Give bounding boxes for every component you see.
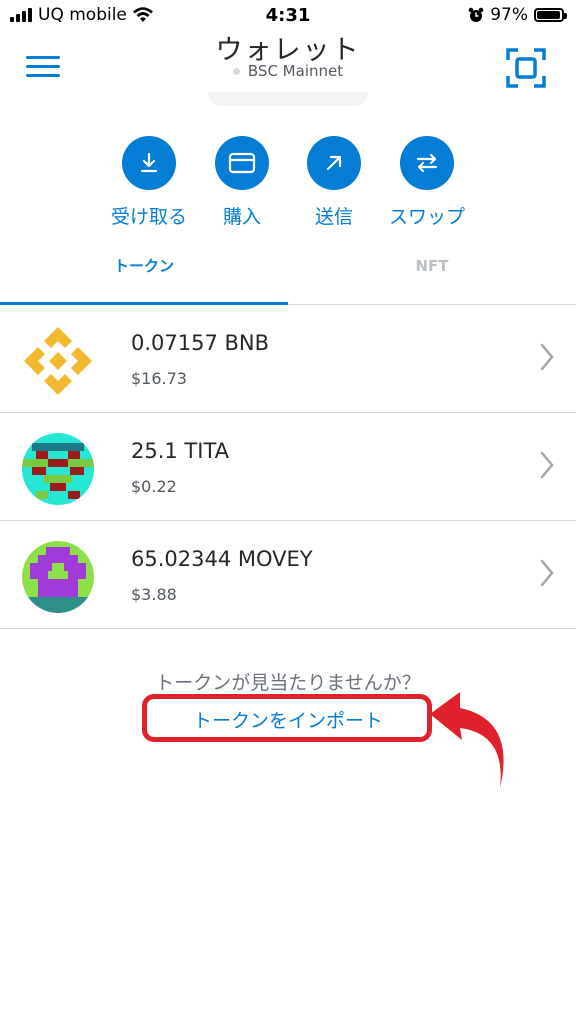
token-amount: 0.07157 BNB [131, 331, 270, 355]
tab-nft[interactable]: NFT [288, 248, 576, 304]
token-amount: 25.1 TITA [131, 439, 230, 463]
movey-icon [22, 541, 94, 613]
buy-label: 購入 [222, 206, 261, 228]
asset-tabs: トークン NFT [0, 248, 576, 305]
network-name: BSC Mainnet [247, 62, 344, 80]
red-arrow-annotation-icon [430, 692, 504, 788]
token-row-tita[interactable]: 25.1 TITA $0.22 [0, 413, 576, 521]
highlight-annotation-box [142, 694, 432, 742]
token-amount: 65.02344 MOVEY [131, 547, 313, 571]
token-fiat-value: $3.88 [131, 585, 177, 604]
network-indicator[interactable]: BSC Mainnet [0, 62, 576, 80]
battery-icon [534, 8, 567, 22]
battery-percent: 97% [490, 5, 528, 25]
token-row-bnb[interactable]: 0.07157 BNB $16.73 [0, 305, 576, 413]
receive-label: 受け取る [110, 206, 187, 228]
arrow-up-right-icon [307, 136, 361, 190]
buy-button[interactable]: 購入 [202, 136, 282, 229]
tab-tokens[interactable]: トークン [0, 248, 288, 304]
tita-icon [22, 433, 94, 505]
card-icon [215, 136, 269, 190]
swap-label: スワップ [388, 206, 465, 228]
download-icon [122, 136, 176, 190]
swap-icon [400, 136, 454, 190]
network-status-dot [232, 68, 240, 75]
token-fiat-value: $0.22 [131, 477, 177, 496]
account-overview-edge [208, 92, 368, 106]
token-fiat-value: $16.73 [131, 369, 187, 388]
token-row-movey[interactable]: 65.02344 MOVEY $3.88 [0, 521, 576, 629]
send-button[interactable]: 送信 [294, 136, 374, 229]
swap-button[interactable]: スワップ [387, 136, 467, 229]
chevron-right-icon [540, 343, 554, 371]
status-bar-right: 97% [468, 5, 567, 25]
receive-button[interactable]: 受け取る [109, 136, 189, 229]
bnb-icon [22, 325, 94, 397]
chevron-right-icon [540, 559, 554, 587]
scan-icon[interactable] [506, 48, 546, 88]
chevron-right-icon [540, 451, 554, 479]
alarm-icon [468, 7, 484, 22]
send-label: 送信 [314, 206, 353, 228]
